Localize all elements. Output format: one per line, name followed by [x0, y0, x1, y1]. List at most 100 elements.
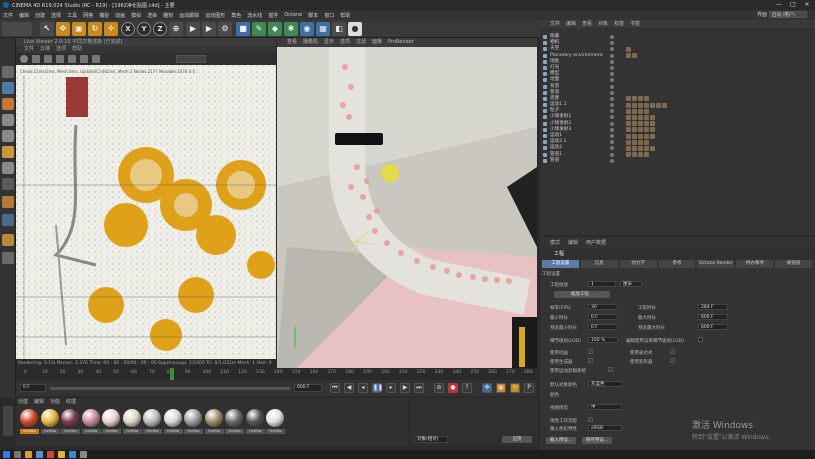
quantize-icon[interactable] — [2, 234, 14, 246]
tag-icon[interactable] — [644, 108, 649, 114]
tag-icon[interactable] — [626, 96, 631, 102]
render-picture-viewer-icon[interactable]: ▶ — [202, 22, 216, 36]
om-tab-file[interactable]: 文件 — [550, 20, 560, 28]
vp-menu-camera[interactable]: 摄像机 — [303, 38, 318, 47]
material-swatch[interactable] — [40, 409, 59, 427]
undo-redo-button[interactable] — [2, 22, 32, 36]
y-axis-toggle[interactable]: Y — [137, 22, 151, 36]
key-position-icon[interactable]: ✥ — [482, 383, 492, 393]
tag-icon[interactable] — [626, 114, 631, 120]
material-label[interactable]: OctGlo — [184, 429, 203, 434]
section-octane[interactable]: Octane Render — [697, 260, 735, 268]
lod-field[interactable]: 100 % — [588, 337, 618, 343]
tag-icon[interactable] — [632, 53, 637, 59]
cube-primitive-icon[interactable]: ■ — [236, 22, 250, 36]
maximize-button[interactable]: □ — [787, 1, 799, 9]
menu-tools[interactable]: 工具 — [67, 12, 77, 19]
visibility-dot-icon[interactable] — [610, 47, 614, 52]
use-expression-checkbox[interactable]: ✓ — [670, 349, 675, 354]
visibility-dot-icon[interactable] — [610, 146, 614, 151]
tag-icon[interactable] — [638, 114, 643, 120]
tag-icon[interactable] — [638, 145, 643, 151]
menu-mograph[interactable]: 运动图形 — [205, 12, 225, 19]
am-tab-mode[interactable]: 模式 — [550, 239, 560, 247]
visibility-dot-icon[interactable] — [610, 103, 614, 108]
tag-icon[interactable] — [644, 152, 649, 158]
tag-icon[interactable] — [632, 108, 637, 114]
axis-mode-icon[interactable] — [2, 178, 14, 190]
material-swatch[interactable] — [20, 409, 38, 427]
scale-unit-select[interactable]: 厘米 — [620, 281, 642, 287]
view-clip-select[interactable]: 中 — [588, 404, 622, 410]
tag-icon[interactable] — [626, 152, 631, 158]
material-label[interactable]: OctGlo — [204, 429, 224, 434]
tag-icon[interactable] — [626, 46, 631, 52]
material-swatch[interactable] — [245, 409, 264, 427]
keyframe-selection-icon[interactable]: ? — [462, 383, 472, 393]
mm-menu-function[interactable]: 功能 — [50, 399, 60, 406]
menu-octane[interactable]: Octane — [284, 12, 302, 18]
tag-icon[interactable] — [632, 145, 637, 151]
om-tab-edit[interactable]: 编辑 — [566, 20, 576, 28]
tag-icon[interactable] — [644, 127, 649, 133]
material-label[interactable]: OctGlo — [225, 429, 244, 434]
render-view-icon[interactable]: ▶ — [186, 22, 200, 36]
taskbar-app3-icon[interactable] — [58, 451, 65, 458]
section-todo[interactable]: 待办事项 — [736, 260, 774, 268]
tag-icon[interactable] — [638, 152, 643, 158]
tag-icon[interactable] — [626, 127, 631, 133]
material-swatch[interactable] — [225, 409, 243, 427]
project-time-field[interactable]: 284 F — [698, 304, 728, 310]
timeline-playhead[interactable] — [170, 368, 174, 380]
vp-menu-filter[interactable]: 过滤 — [356, 38, 366, 47]
visibility-dot-icon[interactable] — [610, 59, 614, 64]
go-start-icon[interactable]: ⏮ — [330, 383, 340, 393]
tag-icon[interactable] — [638, 127, 643, 133]
om-tab-tags[interactable]: 标签 — [614, 20, 624, 28]
menu-pipeline[interactable]: 流水线 — [247, 12, 262, 19]
om-tab-view[interactable]: 查看 — [582, 20, 592, 28]
menu-mesh[interactable]: 网格 — [83, 12, 93, 19]
tag-icon[interactable] — [644, 133, 649, 139]
tag-icon[interactable] — [626, 53, 631, 59]
use-generator-checkbox[interactable]: ✓ — [588, 358, 593, 363]
edges-mode-icon[interactable] — [2, 146, 14, 158]
material-swatch[interactable] — [184, 409, 202, 427]
menu-render[interactable]: 渲染 — [147, 12, 157, 19]
tag-icon[interactable] — [662, 102, 667, 108]
lv-render-icon[interactable] — [32, 55, 40, 63]
lv-lock-icon[interactable] — [92, 55, 100, 63]
tag-icon[interactable] — [638, 139, 643, 145]
visibility-dot-icon[interactable] — [610, 134, 614, 138]
visibility-dot-icon[interactable] — [610, 158, 614, 163]
tag-icon[interactable] — [638, 108, 643, 114]
tag-icon[interactable] — [650, 121, 655, 127]
lv-stop-icon[interactable] — [56, 55, 64, 63]
live-viewer-tab[interactable]: Live Viewer 2.0-10 不同方格渲染 (已完成) — [16, 38, 276, 46]
visibility-dot-icon[interactable] — [610, 41, 614, 46]
vp-menu-display[interactable]: 显示 — [324, 38, 334, 47]
coord-mode-select[interactable]: 对象(相对) — [414, 436, 448, 443]
menu-edit[interactable]: 编辑 — [19, 12, 29, 19]
menu-window[interactable]: 窗口 — [324, 12, 334, 19]
tag-icon[interactable] — [638, 96, 643, 102]
tag-icon[interactable] — [650, 127, 655, 133]
material-swatch[interactable] — [266, 409, 284, 427]
material-label[interactable]: OctGlo — [81, 429, 101, 434]
frame-range-slider[interactable] — [50, 387, 290, 390]
rotate-tool-icon[interactable]: ↻ — [88, 22, 102, 36]
material-swatch[interactable] — [143, 409, 161, 427]
key-rotation-icon[interactable]: ↻ — [510, 383, 520, 393]
workplane-icon[interactable] — [2, 114, 14, 126]
record-keys-icon[interactable]: ⊘ — [434, 383, 444, 393]
lock-workplane-icon[interactable] — [2, 252, 14, 264]
polygons-mode-icon[interactable] — [2, 162, 14, 174]
visibility-dot-icon[interactable] — [610, 121, 614, 126]
am-tab-edit[interactable]: 编辑 — [568, 239, 578, 247]
tag-icon[interactable] — [632, 139, 637, 145]
min-time-field[interactable]: 0 F — [588, 314, 618, 320]
key-param-icon[interactable]: P — [524, 383, 534, 393]
tag-icon[interactable] — [644, 102, 649, 108]
material-swatch[interactable] — [204, 409, 223, 427]
lv-menu-file[interactable]: 文件 — [24, 46, 34, 53]
